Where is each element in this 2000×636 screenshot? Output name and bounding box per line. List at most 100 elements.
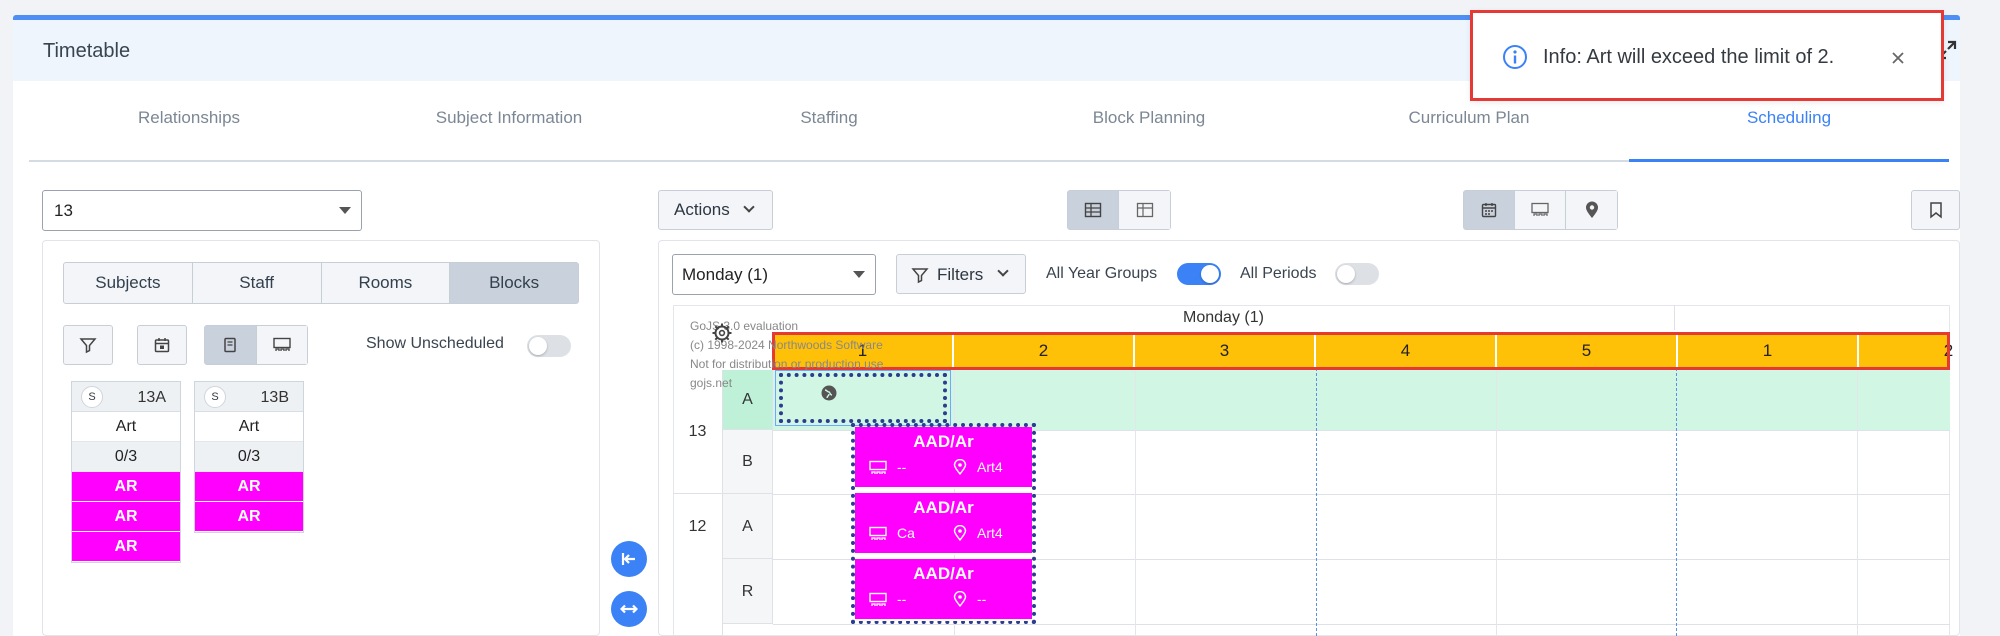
block-lesson-chip[interactable]: AR	[72, 502, 180, 532]
year-label: 12	[673, 494, 723, 636]
table-layout-button[interactable]	[1068, 191, 1119, 229]
lesson-title: AAD/Ar	[913, 564, 974, 583]
filter-button[interactable]	[63, 325, 113, 365]
bookmark-icon	[1929, 202, 1942, 219]
info-toast: Info: Art will exceed the limit of 2.	[1470, 10, 1944, 101]
lesson-location: Art4	[977, 525, 1003, 541]
all-year-groups-label: All Year Groups	[1046, 265, 1158, 282]
bookmark-button[interactable]	[1911, 190, 1960, 230]
calendar-button[interactable]	[137, 325, 187, 365]
classroom-icon	[273, 337, 291, 351]
classroom-icon	[869, 526, 887, 540]
resource-view-toggle	[1463, 190, 1618, 230]
toast-message: Info: Art will exceed the limit of 2.	[1543, 46, 1835, 68]
collapse-left-button[interactable]	[611, 541, 647, 577]
group-label: B	[723, 430, 773, 494]
chevron-down-icon	[997, 265, 1009, 277]
classroom-view-button[interactable]	[1515, 191, 1566, 229]
caret-down-icon	[853, 271, 865, 278]
block-lesson-chip[interactable]: AR	[195, 502, 303, 532]
actions-label: Actions	[674, 200, 730, 219]
tab-bar: Relationships Subject Information Staffi…	[29, 102, 1949, 162]
expand-width-button[interactable]	[611, 591, 647, 627]
arrows-horizontal-icon	[620, 604, 638, 614]
grid-layout-button[interactable]	[1119, 191, 1170, 229]
close-icon[interactable]	[1887, 47, 1909, 69]
layout-toggle	[1067, 190, 1171, 230]
segment-blocks[interactable]: Blocks	[450, 263, 578, 303]
info-icon	[1503, 45, 1527, 69]
drop-target-slot[interactable]	[779, 373, 947, 423]
map-pin-icon	[953, 525, 967, 541]
day-select-value: Monday (1)	[682, 265, 768, 284]
chevron-down-icon	[743, 201, 755, 213]
block-subject: Art	[72, 412, 180, 442]
block-type-badge: S	[81, 386, 103, 408]
card-view-toggle	[204, 325, 308, 365]
all-periods-toggle[interactable]	[1335, 263, 1379, 285]
block-name: 13B	[260, 389, 289, 406]
table-icon	[1084, 202, 1102, 218]
block-lesson-chip[interactable]: AR	[72, 532, 180, 562]
book-view-button[interactable]	[205, 326, 257, 364]
globe-icon	[821, 385, 837, 401]
day-divider	[1316, 333, 1317, 636]
classroom-icon	[869, 460, 887, 474]
calendar-icon	[154, 338, 170, 353]
grid-icon	[1136, 202, 1153, 218]
year-group-select[interactable]: 13	[42, 190, 362, 231]
tab-relationships[interactable]: Relationships	[29, 102, 349, 160]
collapse-left-icon	[621, 553, 635, 565]
group-label: R	[723, 559, 773, 624]
resource-segmented-control: Subjects Staff Rooms Blocks	[63, 262, 579, 304]
classroom-view-button[interactable]	[256, 326, 307, 364]
segment-subjects[interactable]: Subjects	[64, 263, 193, 303]
block-lesson-chip[interactable]: AR	[195, 472, 303, 502]
gear-icon[interactable]	[711, 322, 733, 344]
block-count: 0/3	[195, 442, 303, 472]
left-panel: Subjects Staff Rooms Blocks Show Unsched…	[42, 240, 600, 636]
lesson-title: AAD/Ar	[913, 432, 974, 451]
classroom-icon	[1531, 202, 1549, 216]
caret-down-icon	[339, 207, 351, 214]
lesson-block[interactable]: AAD/Ar Ca Art4	[855, 493, 1032, 555]
lesson-block[interactable]: AAD/Ar -- --	[855, 559, 1032, 621]
classroom-icon	[869, 592, 887, 606]
actions-dropdown[interactable]: Actions	[658, 190, 773, 230]
tab-subject-information[interactable]: Subject Information	[349, 102, 669, 160]
day-select[interactable]: Monday (1)	[672, 254, 876, 295]
lesson-room: Ca	[897, 525, 915, 541]
group-label: A	[723, 494, 773, 559]
segment-rooms[interactable]: Rooms	[322, 263, 451, 303]
filters-label: Filters	[937, 265, 984, 284]
lesson-block[interactable]: AAD/Ar -- Art4	[855, 427, 1032, 489]
map-pin-icon	[953, 591, 967, 607]
tab-scheduling[interactable]: Scheduling	[1629, 102, 1949, 162]
lesson-location: --	[977, 591, 987, 607]
calendar-view-button[interactable]	[1464, 191, 1515, 229]
show-unscheduled-toggle[interactable]	[527, 335, 571, 357]
location-view-button[interactable]	[1566, 191, 1617, 229]
day-divider	[1676, 333, 1677, 636]
map-pin-icon	[1585, 201, 1598, 218]
lesson-title: AAD/Ar	[913, 498, 974, 517]
tab-curriculum-plan[interactable]: Curriculum Plan	[1309, 102, 1629, 160]
block-type-badge: S	[204, 386, 226, 408]
block-card-13b[interactable]: S 13B Art 0/3 AR AR	[194, 381, 304, 533]
block-card-13a[interactable]: S 13A Art 0/3 AR AR AR	[71, 381, 181, 563]
book-icon	[224, 337, 236, 353]
segment-staff[interactable]: Staff	[193, 263, 322, 303]
tab-staffing[interactable]: Staffing	[669, 102, 989, 160]
map-pin-icon	[953, 459, 967, 475]
filter-icon	[911, 268, 929, 284]
all-year-groups-toggle[interactable]	[1177, 263, 1221, 285]
filters-dropdown[interactable]: Filters	[896, 254, 1026, 294]
lesson-room: --	[897, 459, 907, 475]
lesson-location: Art4	[977, 459, 1003, 475]
calendar-icon	[1481, 203, 1497, 218]
filter-icon	[79, 338, 97, 354]
block-name: 13A	[137, 389, 166, 406]
block-lesson-chip[interactable]: AR	[72, 472, 180, 502]
period-header-highlight	[772, 332, 1950, 370]
tab-block-planning[interactable]: Block Planning	[989, 102, 1309, 160]
